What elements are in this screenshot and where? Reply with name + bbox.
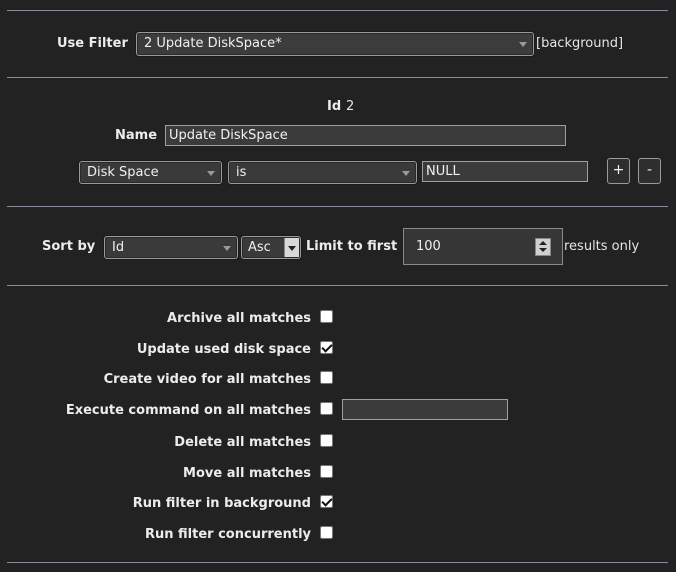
sort-field-select[interactable]: Id [104,236,238,259]
id-label: Id [327,99,342,114]
add-term-button[interactable]: + [607,158,630,184]
sort-direction-select[interactable]: Asc [241,236,301,259]
chevron-down-icon [223,245,231,251]
term-operator-select[interactable]: is [228,161,417,184]
move-checkbox[interactable] [320,465,333,478]
results-only-label: results only [564,239,640,254]
action-label-delete: Delete all matches [174,435,311,450]
id-value: 2 [346,99,355,114]
divider [7,77,668,78]
action-label-update-disk: Update used disk space [136,342,311,357]
divider [7,206,668,207]
use-filter-label: Use Filter [57,36,128,51]
limit-value: 100 [416,239,441,254]
divider [7,562,668,563]
archive-checkbox[interactable] [320,310,333,323]
chevron-down-icon [402,170,410,176]
chevron-down-icon [519,42,527,47]
term-field-value: Disk Space [87,165,159,180]
execute-command-input[interactable] [342,399,508,420]
divider [7,285,668,286]
filter-select[interactable]: 2 Update DiskSpace* [136,32,534,56]
action-label-concurrent: Run filter concurrently [145,527,311,542]
divider [7,10,668,11]
background-tag: [background] [536,36,624,51]
term-operator-value: is [236,165,247,180]
chevron-down-icon [207,170,215,176]
sort-field-value: Id [112,240,125,255]
background-checkbox[interactable] [320,495,333,508]
term-field-select[interactable]: Disk Space [79,161,222,184]
name-label: Name [115,128,158,143]
spinner-icon[interactable] [535,238,551,256]
delete-checkbox[interactable] [320,434,333,447]
term-value-input[interactable]: NULL [422,161,588,182]
execute-checkbox[interactable] [320,402,333,415]
concurrent-checkbox[interactable] [320,526,333,539]
action-label-execute: Execute command on all matches [65,403,311,418]
limit-label: Limit to first [306,239,398,254]
limit-input[interactable]: 100 [403,228,563,265]
action-label-move: Move all matches [183,466,311,481]
sort-by-label: Sort by [42,239,96,254]
action-label-background: Run filter in background [132,496,311,511]
filter-select-value: 2 Update DiskSpace* [144,36,282,51]
update-disk-checkbox[interactable] [320,341,333,354]
sort-direction-value: Asc [248,240,271,255]
action-label-archive: Archive all matches [167,311,311,326]
action-label-create-video: Create video for all matches [103,372,311,387]
create-video-checkbox[interactable] [320,371,333,384]
dropdown-arrow-icon [284,238,299,257]
name-input[interactable]: Update DiskSpace [165,125,566,146]
remove-term-button[interactable]: - [638,158,661,184]
